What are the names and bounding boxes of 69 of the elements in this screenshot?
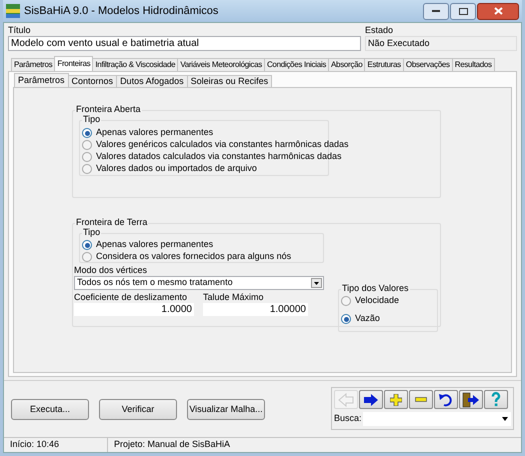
status-text: Início: 10:46 (4, 438, 108, 452)
radio-label: Valores datados calculados via constantes harmônicas dadas (96, 150, 342, 164)
minimize-button[interactable] (423, 2, 449, 20)
toolbar-button[interactable] (359, 390, 383, 409)
tab[interactable]: Parâmetros (14, 73, 69, 87)
action-button[interactable]: Executa... (11, 399, 89, 420)
toolbar-button[interactable] (459, 390, 483, 409)
help-icon (491, 392, 501, 407)
tab[interactable]: Observações (402, 58, 453, 71)
undo-icon (438, 392, 454, 406)
window-title: SisBaHiA 9.0 - Modelos Hidrodinâmicos (24, 4, 220, 19)
radio-button[interactable] (82, 240, 92, 250)
tab[interactable]: Infiltração & Viscosidade (92, 58, 178, 71)
tab[interactable]: Dutos Afogados (116, 75, 188, 87)
dropdown-value: Todos os nós tem o mesmo tratamento (77, 276, 234, 290)
vertex-mode-dropdown[interactable]: Todos os nós tem o mesmo tratamento (74, 276, 324, 290)
tab[interactable]: Absorção (328, 58, 366, 71)
status-text: Projeto: Manual de SisBaHiA (113, 438, 232, 452)
tab[interactable]: Resultados (452, 58, 495, 71)
max-slope-input[interactable]: 1.00000 (203, 303, 308, 316)
tab[interactable]: Estruturas (364, 58, 404, 71)
field-label: Modo dos vértices (74, 265, 148, 276)
right-arrow-icon (363, 392, 379, 406)
plus-icon (390, 394, 402, 406)
app-logo-icon (6, 4, 20, 18)
radio-label: Considera os valores fornecidos para alguns nós (96, 250, 292, 264)
minus-icon (415, 397, 427, 402)
toolbar-button[interactable] (434, 390, 458, 409)
tab[interactable]: Soleiras ou Recifes (186, 75, 272, 87)
field-label: Coeficiente de deslizamento (74, 292, 188, 303)
radio-button[interactable] (82, 152, 92, 162)
action-button[interactable]: Verificar (99, 399, 177, 420)
field-label: Estado (365, 24, 394, 36)
left-arrow-icon (338, 392, 354, 406)
door-exit-icon (462, 392, 480, 408)
radio-label: Vazão (355, 312, 380, 326)
group-title: Tipo (82, 113, 102, 126)
radio-button[interactable] (82, 128, 92, 138)
tab[interactable]: Condições Iniciais (264, 58, 330, 71)
radio-button[interactable] (82, 252, 92, 262)
action-button[interactable]: Visualizar Malha... (187, 399, 265, 420)
radio-button[interactable] (341, 314, 351, 324)
group-title: Tipo (82, 226, 102, 239)
radio-label: Apenas valores permanentes (96, 238, 214, 252)
dropdown-arrow-icon (502, 417, 508, 421)
radio-button[interactable] (82, 164, 92, 174)
toolbar-button[interactable] (384, 390, 408, 409)
maximize-button[interactable] (450, 2, 476, 20)
radio-button[interactable] (341, 296, 351, 306)
radio-label: Valores genéricos calculados via constantes harmônicas dadas (96, 138, 348, 152)
state-field: Não Executado (365, 36, 517, 51)
tab[interactable]: Variáveis Meteorológicas (177, 58, 265, 71)
tab[interactable]: Contornos (68, 75, 118, 87)
toolbar-button[interactable] (409, 390, 433, 409)
radio-button[interactable] (82, 140, 92, 150)
search-label: Busca: (334, 412, 362, 426)
radio-label: Velocidade (355, 294, 400, 308)
search-field[interactable] (362, 412, 511, 426)
tab[interactable]: Parâmetros (11, 58, 56, 71)
close-button[interactable] (477, 2, 519, 20)
radio-label: Apenas valores permanentes (96, 126, 214, 140)
field-label: Talude Máximo (203, 292, 265, 303)
group-title: Tipo dos Valores (341, 282, 410, 295)
slip-coefficient-input[interactable]: 1.0000 (74, 303, 194, 316)
close-icon (494, 7, 502, 15)
title-input[interactable]: Modelo com vento usual e batimetria atual (8, 36, 361, 51)
radio-label: Valores dados ou importados de arquivo (96, 162, 257, 176)
tab[interactable]: Fronteiras (54, 56, 94, 71)
field-label: Título (8, 24, 32, 36)
